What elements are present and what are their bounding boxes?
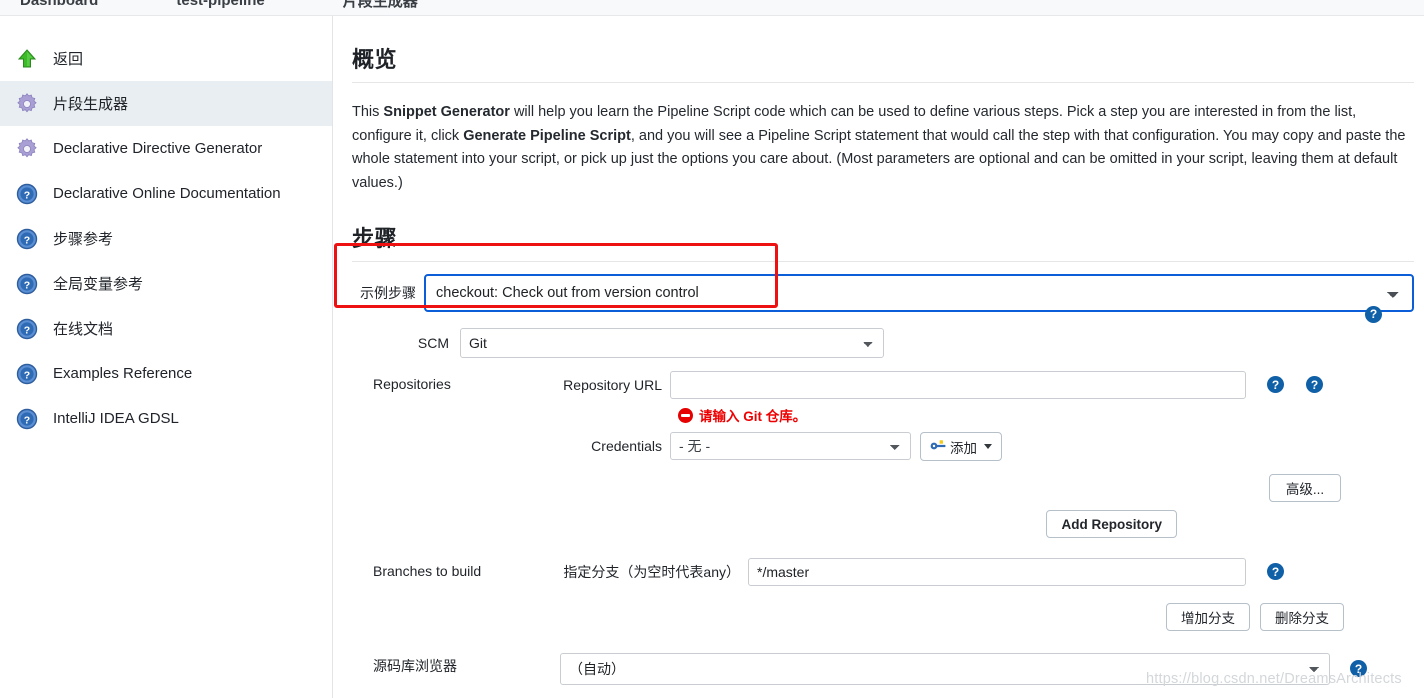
credentials-select[interactable]: - 无 - <box>670 432 911 460</box>
key-icon <box>930 439 947 454</box>
sidebar-item-declarative-online-documentation[interactable]: ? Declarative Online Documentation <box>0 171 332 216</box>
help-icon[interactable]: ? <box>1267 563 1284 580</box>
help-icon[interactable]: ? <box>1267 376 1284 393</box>
scm-form: SCM Git Repositories Repository URL ? ? <box>352 328 1414 685</box>
overview-description: This Snippet Generator will help you lea… <box>352 101 1414 195</box>
divider <box>352 82 1414 83</box>
breadcrumb-item-snippet-generator[interactable]: 片段生成器 <box>343 0 418 11</box>
section-title-steps: 步骤 <box>352 226 398 251</box>
svg-text:?: ? <box>24 414 30 426</box>
sidebar-item-step-reference[interactable]: ? 步骤参考 <box>0 216 332 261</box>
intro-text-1: This <box>352 104 384 120</box>
help-icon[interactable]: ? <box>1365 305 1382 323</box>
branches-to-build-label: Branches to build <box>373 563 482 579</box>
add-credentials-label: 添加 <box>950 440 977 456</box>
repository-browser-row: 源码库浏览器 （自动） ? <box>352 653 1414 685</box>
sample-step-label: 示例步骤 <box>360 285 416 301</box>
add-repository-button[interactable]: Add Repository <box>1046 510 1177 538</box>
sidebar-item-declarative-directive-generator[interactable]: Declarative Directive Generator <box>0 126 332 171</box>
repositories-label: Repositories <box>373 376 451 392</box>
sidebar-item-label: 返回 <box>53 51 84 68</box>
sidebar-item-label: 步骤参考 <box>53 231 114 248</box>
sidebar-item-label: 在线文档 <box>53 321 114 338</box>
repository-browser-label: 源码库浏览器 <box>373 658 457 674</box>
help-icon: ? <box>14 316 40 342</box>
branch-specifier-label: 指定分支（为空时代表any） <box>563 564 740 580</box>
sidebar-item-label: IntelliJ IDEA GDSL <box>53 410 179 427</box>
divider <box>352 261 1414 262</box>
repositories-row: Repositories Repository URL ? ? 请输入 Git … <box>352 371 1414 538</box>
svg-text:?: ? <box>24 279 30 291</box>
svg-text:?: ? <box>24 234 30 246</box>
sidebar-item-label: Declarative Online Documentation <box>53 185 281 202</box>
sidebar-item-global-variable-reference[interactable]: ? 全局变量参考 <box>0 261 332 306</box>
scm-label: SCM <box>417 335 449 351</box>
credentials-label: Credentials <box>591 438 662 454</box>
repository-browser-select[interactable]: （自动） <box>560 653 1330 685</box>
help-icon[interactable]: ? <box>1306 376 1323 393</box>
intro-bold-generate-pipeline-script: Generate Pipeline Script <box>463 127 631 144</box>
gear-icon <box>14 136 40 162</box>
sidebar-item-label: Examples Reference <box>53 365 193 382</box>
page-title-overview: 概览 <box>352 47 398 72</box>
breadcrumb-item-dashboard[interactable]: Dashboard <box>20 0 98 9</box>
sidebar-item-examples-reference[interactable]: ? Examples Reference <box>0 351 332 396</box>
error-icon <box>678 407 693 423</box>
repository-url-error: 请输入 Git 仓库。 <box>678 405 1414 425</box>
svg-text:?: ? <box>24 369 30 381</box>
main-content: 概览 This Snippet Generator will help you … <box>333 16 1424 698</box>
delete-branch-button[interactable]: 删除分支 <box>1260 603 1344 631</box>
help-icon: ? <box>14 406 40 432</box>
svg-text:?: ? <box>24 189 30 201</box>
gear-icon <box>14 91 40 117</box>
sample-step-row: 示例步骤 checkout: Check out from version co… <box>352 274 1414 312</box>
sidebar: 返回 片段生成器 Declarative Directive Generator <box>0 16 333 698</box>
repository-url-input[interactable] <box>670 371 1246 399</box>
sidebar-item-online-documentation[interactable]: ? 在线文档 <box>0 306 332 351</box>
help-icon: ? <box>14 271 40 297</box>
add-credentials-button[interactable]: 添加 <box>920 432 1002 461</box>
sidebar-item-snippet-generator[interactable]: 片段生成器 <box>0 81 332 126</box>
sidebar-item-back[interactable]: 返回 <box>0 36 332 81</box>
help-icon: ? <box>14 181 40 207</box>
branch-specifier-input[interactable] <box>748 558 1246 586</box>
advanced-button[interactable]: 高级... <box>1269 474 1341 502</box>
breadcrumb-item-test-pipeline[interactable]: test-pipeline <box>176 0 264 9</box>
intro-bold-snippet-generator: Snippet Generator <box>383 104 510 120</box>
sidebar-item-label: Declarative Directive Generator <box>53 140 263 157</box>
help-icon: ? <box>14 226 40 252</box>
help-icon: ? <box>14 361 40 387</box>
svg-text:?: ? <box>24 324 30 336</box>
chevron-down-icon <box>984 444 992 449</box>
sidebar-item-label: 片段生成器 <box>53 96 129 113</box>
add-branch-button[interactable]: 增加分支 <box>1166 603 1250 631</box>
help-icon[interactable]: ? <box>1350 660 1367 677</box>
error-message: 请输入 Git 仓库。 <box>699 409 807 424</box>
sample-step-select[interactable]: checkout: Check out from version control <box>424 274 1414 312</box>
branches-row: Branches to build 指定分支（为空时代表any） ? 增加分支 … <box>352 558 1414 631</box>
scm-select[interactable]: Git <box>460 328 884 358</box>
scm-row: SCM Git <box>352 328 1414 358</box>
up-arrow-icon <box>14 46 40 72</box>
breadcrumb: Dashboard test-pipeline 片段生成器 <box>0 0 1424 16</box>
sidebar-item-intellij-idea-gdsl[interactable]: ? IntelliJ IDEA GDSL <box>0 396 332 441</box>
repository-url-label: Repository URL <box>563 377 662 393</box>
sidebar-item-label: 全局变量参考 <box>53 276 144 293</box>
